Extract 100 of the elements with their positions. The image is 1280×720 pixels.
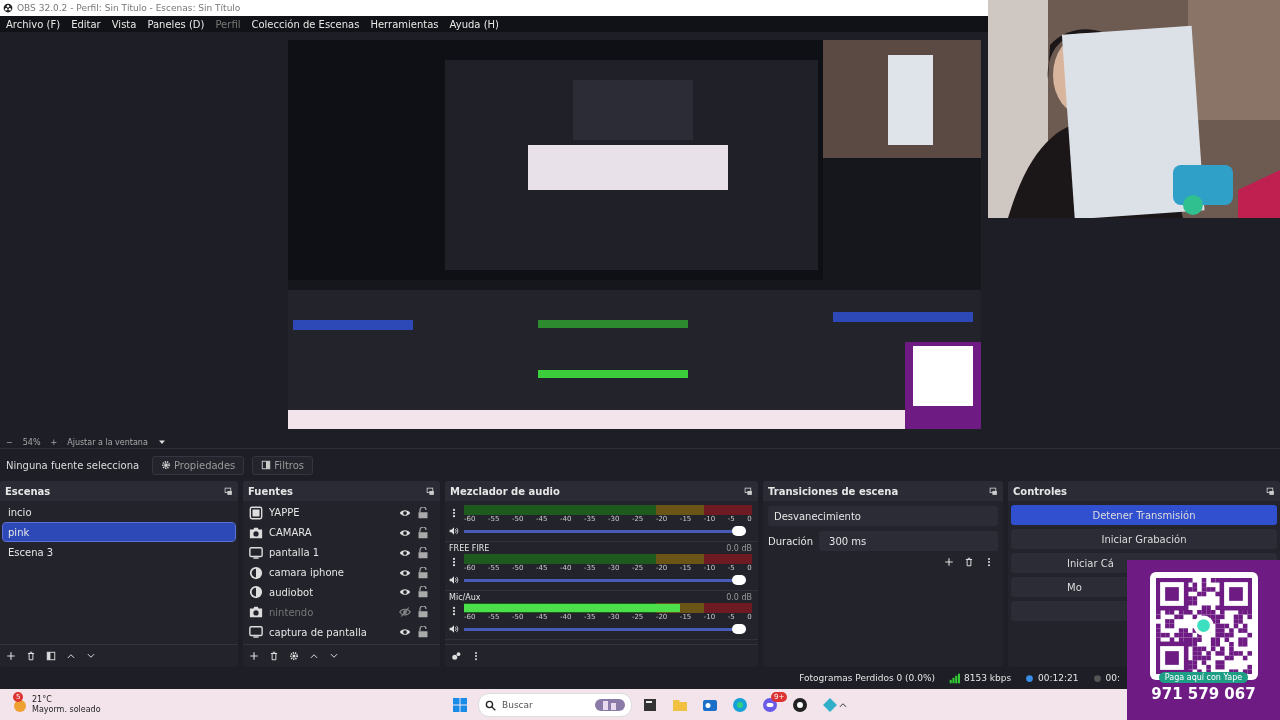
scene-item[interactable]: pink [3, 523, 235, 541]
dropped-frames: Fotogramas Perdidos 0 (0.0%) [799, 673, 935, 683]
undock-icon [426, 486, 435, 496]
pay-caption: Paga aquí con Yape [1158, 672, 1249, 683]
zoom-out-button[interactable]: − [6, 437, 13, 447]
chevron-up-icon[interactable] [309, 651, 319, 661]
speaker-icon [449, 575, 459, 585]
weather-description: Mayorm. soleado [32, 705, 101, 715]
record-dot-icon [1092, 673, 1102, 683]
stream-time: 00:12:21 [1038, 673, 1079, 683]
padlock-icon[interactable] [417, 586, 429, 599]
chevron-up-icon[interactable] [66, 651, 76, 661]
add-icon[interactable] [944, 557, 954, 567]
slider-thumb[interactable] [732, 574, 746, 585]
monitor-icon [249, 545, 263, 560]
speaker-icon [449, 526, 459, 536]
menu-item[interactable]: Ayuda (H) [449, 18, 499, 30]
monitor-icon [249, 625, 263, 640]
source-item[interactable]: captura de pantalla [269, 626, 393, 638]
dock-title: Transiciones de escena [768, 485, 899, 497]
slider-thumb[interactable] [732, 623, 746, 634]
duration-label: Duración [768, 535, 813, 547]
start-icon [452, 697, 468, 713]
padlock-icon[interactable] [417, 526, 429, 539]
add-icon[interactable] [6, 651, 16, 661]
source-item[interactable]: audiobot [269, 586, 393, 598]
phone-number: 971 579 067 [1151, 685, 1256, 703]
chevron-down-icon[interactable] [86, 651, 96, 661]
menu-item[interactable]: Archivo (F) [6, 18, 61, 30]
zoom-in-button[interactable]: + [50, 437, 58, 447]
menu-item[interactable]: Colección de Escenas [251, 18, 360, 30]
bitrate: 8153 kbps [964, 673, 1012, 683]
scene-item[interactable]: incio [3, 503, 235, 521]
add-icon[interactable] [249, 651, 259, 661]
caret-icon [157, 438, 166, 446]
record-time: 00: [1105, 673, 1120, 683]
control-button[interactable]: Detener Transmisión [1011, 505, 1277, 525]
volume-slider[interactable] [464, 578, 746, 582]
eye-slash-icon[interactable] [399, 606, 411, 619]
weather-temperature: 21°C [32, 695, 53, 705]
chevron-up-icon [838, 700, 848, 710]
padlock-icon[interactable] [417, 606, 429, 619]
source-item[interactable]: nintendo [269, 606, 393, 618]
image-icon [249, 505, 263, 520]
dock-title: Escenas [5, 485, 51, 497]
undock-icon [224, 486, 233, 496]
volume-slider[interactable] [464, 627, 746, 631]
source-status: Ninguna fuente selecciona [6, 459, 141, 471]
undock-icon [1266, 486, 1275, 496]
menu-item[interactable]: Herramientas [370, 18, 439, 30]
padlock-icon[interactable] [417, 546, 429, 559]
trash-icon[interactable] [26, 651, 36, 661]
padlock-icon[interactable] [417, 626, 429, 639]
dock-title: Fuentes [248, 485, 293, 497]
properties-button[interactable]: Propiedades [152, 455, 245, 475]
undock-icon [989, 486, 998, 496]
terminal-icon [642, 697, 658, 713]
source-item[interactable]: pantalla 1 [269, 547, 393, 559]
record-icon [792, 697, 808, 713]
control-button[interactable]: Iniciar Grabación [1011, 529, 1277, 549]
filters-button[interactable]: Filtros [252, 455, 314, 475]
menu-item[interactable]: Paneles (D) [147, 18, 205, 30]
transition-dropdown[interactable]: Desvanecimiento [768, 506, 998, 526]
gear-icon[interactable] [289, 651, 299, 661]
trash-icon[interactable] [964, 557, 974, 567]
source-item[interactable]: YAPPE [269, 507, 393, 519]
menu-item[interactable]: Vista [111, 18, 137, 30]
obs-logo-icon [3, 3, 13, 13]
volume-reading: 0.0 dB [726, 592, 752, 602]
undock-icon [744, 486, 753, 496]
fit-mode-label[interactable]: Ajustar a la ventana [67, 437, 148, 447]
channel-name: Mic/Aux [449, 592, 481, 602]
browser-icon [732, 697, 748, 713]
chevron-down-icon[interactable] [329, 651, 339, 661]
chat-icon [762, 697, 778, 713]
search-field[interactable]: Buscar [478, 693, 632, 717]
dock-title: Mezclador de audio [450, 485, 560, 497]
padlock-icon[interactable] [417, 506, 429, 519]
volume-slider[interactable] [464, 529, 746, 533]
filter-icon [261, 460, 272, 470]
gears-icon [451, 651, 461, 661]
camera-icon [249, 605, 263, 620]
diamond-icon [822, 697, 838, 713]
source-item[interactable]: CAMARA [269, 527, 393, 539]
padlock-icon[interactable] [417, 566, 429, 579]
volume-reading: 0.0 dB [726, 543, 752, 553]
zoom-level: 54% [22, 437, 41, 447]
source-item[interactable]: camara iphone [269, 567, 393, 578]
speaker-icon [449, 624, 459, 634]
camera-icon [249, 525, 263, 540]
mail-icon [702, 697, 718, 713]
slider-thumb[interactable] [732, 525, 746, 536]
filter-icon[interactable] [46, 651, 56, 661]
window-title: OBS 32.0.2 - Perfil: Sin Título - Escenas: Sin Título [17, 3, 241, 13]
duration-field[interactable]: 300 ms [819, 531, 998, 551]
folder-icon [672, 697, 688, 713]
scene-item[interactable]: Escena 3 [3, 543, 235, 561]
trash-icon[interactable] [269, 651, 279, 661]
menu-item[interactable]: Editar [71, 18, 101, 30]
stream-dot-icon [1025, 673, 1035, 683]
